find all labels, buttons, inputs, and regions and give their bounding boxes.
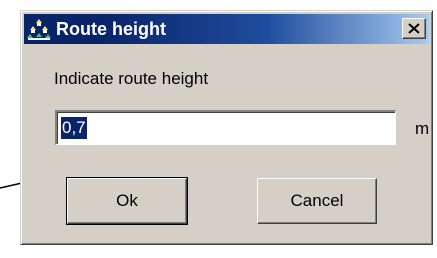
dialog-title: Route height [56, 19, 166, 39]
route-height-value[interactable]: 0,7 [61, 117, 87, 139]
ok-button[interactable]: Ok [66, 177, 188, 225]
unit-label: m [415, 119, 430, 138]
screen: Route height Indicate route height 0,7 m… [0, 0, 437, 258]
close-button[interactable] [402, 18, 426, 39]
prompt-label: Indicate route height [54, 69, 209, 88]
title-bar[interactable]: Route height [24, 14, 429, 44]
connector-line [0, 182, 23, 189]
route-height-icon [27, 19, 51, 40]
close-icon [408, 23, 420, 34]
route-height-dialog: Route height Indicate route height 0,7 m… [20, 10, 433, 245]
route-height-input[interactable]: 0,7 [55, 110, 396, 145]
cancel-button[interactable]: Cancel [257, 178, 377, 224]
